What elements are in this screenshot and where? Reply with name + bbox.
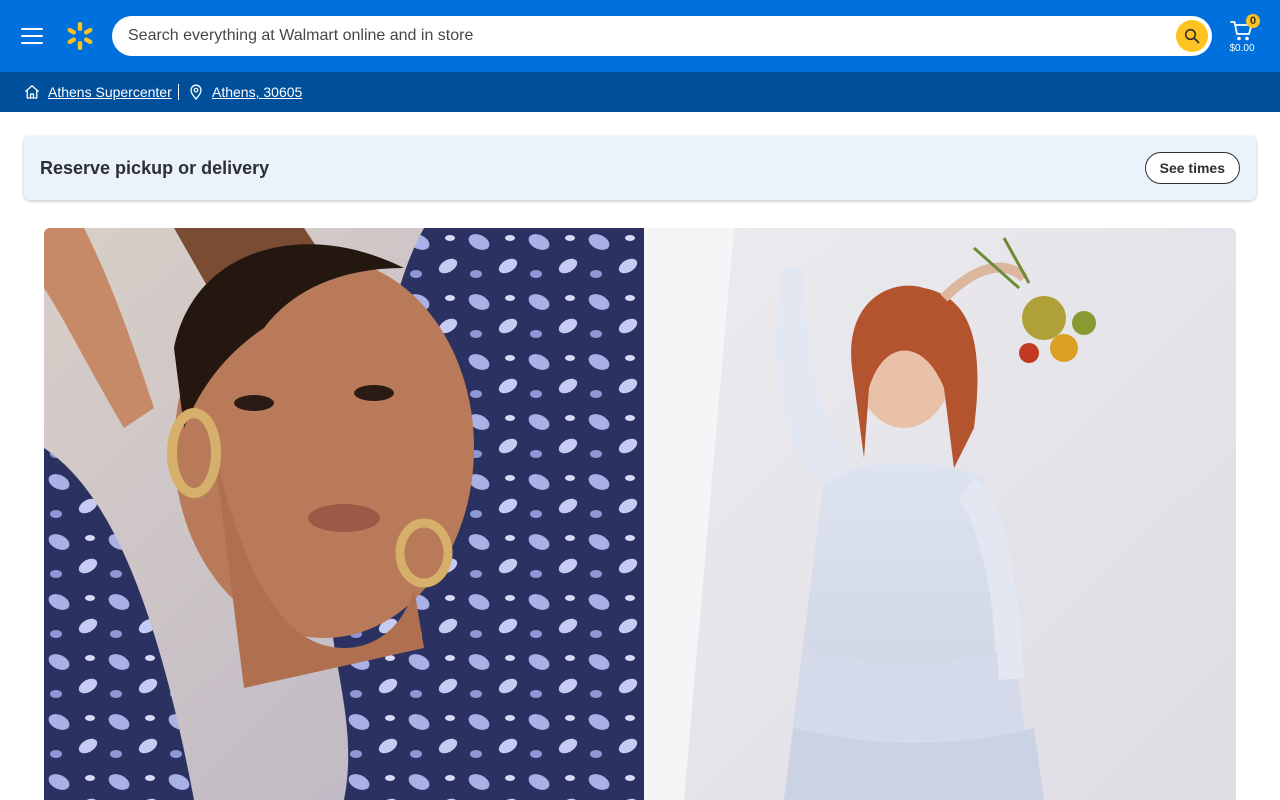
store-selector[interactable]: Athens Supercenter [24,72,172,112]
search-bar [112,16,1212,56]
menu-button[interactable] [16,20,48,52]
cart-total: $0.00 [1229,43,1255,54]
store-name-link[interactable]: Athens Supercenter [48,84,172,100]
cart-count-badge: 0 [1246,14,1260,28]
menu-icon-line [21,35,43,37]
store-bar-divider [178,84,179,100]
hero-banner[interactable] [44,228,1236,800]
menu-icon-line [21,28,43,30]
search-icon [1184,28,1200,44]
location-selector[interactable]: Athens, 30605 [188,72,302,112]
store-location-bar: Athens Supercenter Athens, 30605 [0,72,1280,112]
cart-button[interactable]: 0 $0.00 [1222,14,1262,58]
store-icon [25,85,39,99]
see-times-button[interactable]: See times [1144,152,1240,184]
menu-icon-line [21,42,43,44]
hero-fashion-photo [44,228,1236,800]
search-input[interactable] [128,16,1168,56]
top-header: 0 $0.00 [0,0,1280,72]
reserve-banner: Reserve pickup or delivery See times [24,136,1256,200]
walmart-spark-icon [67,22,93,50]
reserve-title: Reserve pickup or delivery [40,158,270,178]
walmart-logo[interactable] [64,20,96,52]
search-button[interactable] [1176,20,1208,52]
location-link[interactable]: Athens, 30605 [212,84,302,100]
location-pin-icon [190,84,202,100]
